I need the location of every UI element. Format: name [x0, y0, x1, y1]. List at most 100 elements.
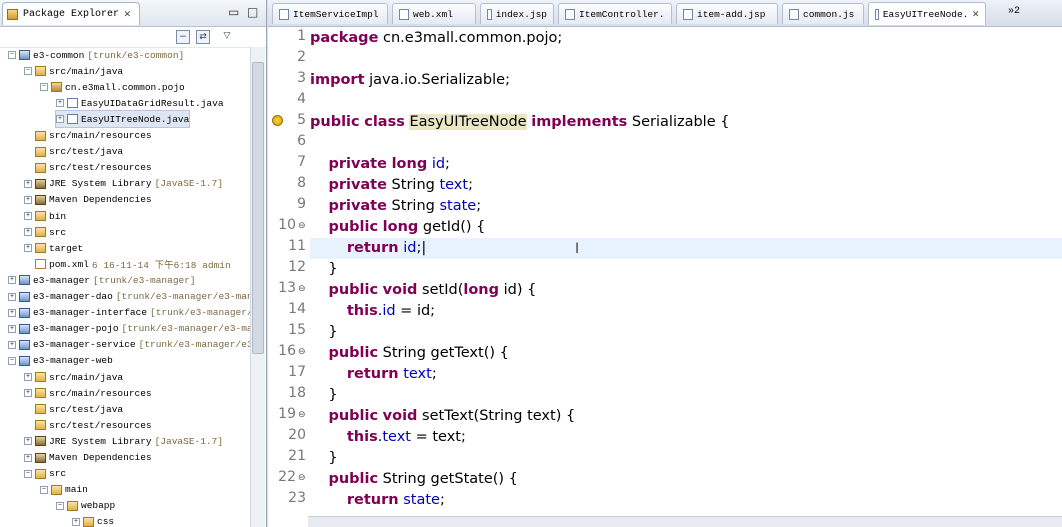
expand-icon[interactable]: +: [24, 389, 32, 398]
tree-item[interactable]: pom.xml 6 16-11-14 下午6:18 admin: [24, 256, 231, 272]
expand-icon[interactable]: +: [8, 340, 16, 349]
tree-item[interactable]: src/main/resources: [24, 128, 152, 144]
tree-item[interactable]: + src/main/resources: [24, 385, 152, 401]
expand-icon[interactable]: +: [24, 179, 32, 188]
code-line[interactable]: import java.io.Serializable;: [310, 70, 1062, 91]
code-line[interactable]: return text;: [310, 364, 1062, 385]
tree-item[interactable]: + target: [24, 240, 83, 256]
minimize-icon[interactable]: ▭: [228, 5, 239, 19]
editor-tab[interactable]: ItemServiceImpl: [272, 3, 388, 24]
fold-toggle-icon[interactable]: ⊖: [298, 410, 306, 420]
expand-icon[interactable]: +: [24, 244, 32, 253]
expand-icon[interactable]: +: [24, 195, 32, 204]
tree-item[interactable]: + src/main/java: [24, 369, 123, 385]
collapse-icon[interactable]: −: [24, 469, 32, 478]
code-line[interactable]: package cn.e3mall.common.pojo;: [310, 28, 1062, 49]
package-explorer-tab[interactable]: Package Explorer ✕: [2, 2, 140, 25]
expand-icon[interactable]: +: [8, 324, 16, 333]
code-line[interactable]: }: [310, 322, 1062, 343]
tree-item[interactable]: + css: [72, 514, 114, 527]
collapse-icon[interactable]: −: [56, 501, 64, 510]
editor-tab[interactable]: common.js: [782, 3, 864, 24]
fold-toggle-icon[interactable]: ⊖: [298, 221, 306, 231]
tree-item[interactable]: + e3-manager [trunk/e3-manager]: [8, 272, 196, 288]
collapse-icon[interactable]: −: [40, 83, 48, 92]
fold-toggle-icon[interactable]: ⊖: [298, 473, 306, 483]
expand-icon[interactable]: +: [8, 308, 16, 317]
code-line[interactable]: public void setId(long id) {: [310, 280, 1062, 301]
tree-item[interactable]: + EasyUIDataGridResult.java: [56, 95, 224, 111]
code-line[interactable]: private String text;: [310, 175, 1062, 196]
tree-item[interactable]: − src: [24, 466, 66, 482]
expand-icon[interactable]: +: [56, 99, 64, 108]
tree-item[interactable]: + e3-manager-pojo [trunk/e3-manager/e3-ma…: [8, 321, 250, 337]
fold-toggle-icon[interactable]: ⊖: [298, 284, 306, 294]
editor-tab[interactable]: item-add.jsp: [676, 3, 778, 24]
maximize-icon[interactable]: □: [247, 5, 258, 19]
editor-horizontal-scrollbar[interactable]: [308, 516, 1062, 527]
editor-tab[interactable]: EasyUITreeNode. ✕: [868, 2, 986, 25]
link-with-editor-icon[interactable]: ⇄: [196, 30, 210, 44]
expand-icon[interactable]: +: [8, 292, 16, 301]
tree-item[interactable]: src/test/resources: [24, 160, 152, 176]
tree-item[interactable]: − e3-common [trunk/e3-common]: [8, 47, 184, 63]
expand-icon[interactable]: +: [24, 212, 32, 220]
tree-item[interactable]: − e3-manager-web: [8, 353, 113, 369]
tree-item[interactable]: + EasyUITreeNode.java: [54, 110, 191, 129]
code-line[interactable]: public long getId() {: [310, 217, 1062, 238]
collapse-all-icon[interactable]: −: [176, 30, 190, 44]
code-line[interactable]: [310, 133, 1062, 154]
tree-item[interactable]: + e3-manager-dao [trunk/e3-manager/e3-man…: [8, 289, 250, 305]
close-icon[interactable]: ✕: [972, 7, 979, 21]
tree-item[interactable]: src/test/java: [24, 401, 123, 417]
tree-item[interactable]: + Maven Dependencies: [24, 450, 152, 466]
expand-icon[interactable]: +: [24, 228, 32, 237]
tree-item[interactable]: + JRE System Library [JavaSE-1.7]: [24, 176, 223, 192]
collapse-icon[interactable]: −: [24, 67, 32, 76]
editor-tab[interactable]: index.jsp: [480, 3, 554, 24]
expand-icon[interactable]: +: [24, 373, 32, 381]
view-menu-icon[interactable]: ▽: [220, 30, 234, 44]
tree-item[interactable]: + src: [24, 224, 66, 240]
code-line[interactable]: return state;: [310, 490, 1062, 511]
collapse-icon[interactable]: −: [8, 51, 16, 59]
code-line[interactable]: this.id = id;: [310, 301, 1062, 322]
code-line[interactable]: [310, 91, 1062, 112]
expand-icon[interactable]: +: [24, 453, 32, 462]
code-line[interactable]: private long id;: [310, 154, 1062, 175]
code-line[interactable]: public class EasyUITreeNode implements S…: [310, 112, 1062, 133]
tree-item[interactable]: + JRE System Library [JavaSE-1.7]: [24, 433, 223, 449]
close-icon[interactable]: ✕: [124, 7, 131, 21]
code-line[interactable]: return id;|: [310, 238, 1062, 259]
tree-item[interactable]: + e3-manager-service [trunk/e3-manager/e3…: [8, 337, 250, 353]
code-area[interactable]: package cn.e3mall.common.pojo; import jav…: [310, 27, 1062, 517]
tree-item[interactable]: + Maven Dependencies: [24, 192, 152, 208]
code-line[interactable]: public String getState() {: [310, 469, 1062, 490]
code-line[interactable]: }: [310, 385, 1062, 406]
editor-tab[interactable]: ItemController.: [558, 3, 672, 24]
code-line[interactable]: [310, 49, 1062, 70]
tree-item[interactable]: + e3-manager-interface [trunk/e3-manager/…: [8, 305, 250, 321]
expand-icon[interactable]: +: [72, 517, 80, 526]
code-line[interactable]: }: [310, 448, 1062, 469]
collapse-icon[interactable]: −: [8, 356, 16, 365]
code-line[interactable]: }: [310, 259, 1062, 280]
collapse-icon[interactable]: −: [40, 485, 48, 494]
editor-tab[interactable]: web.xml: [392, 3, 476, 24]
code-line[interactable]: public String getText() {: [310, 343, 1062, 364]
tree-item[interactable]: − cn.e3mall.common.pojo: [40, 79, 185, 95]
expand-icon[interactable]: +: [8, 276, 16, 285]
code-line[interactable]: private String state;: [310, 196, 1062, 217]
tree-item[interactable]: − src/main/java: [24, 63, 123, 79]
tree-item[interactable]: − main: [40, 482, 88, 498]
expand-icon[interactable]: +: [24, 437, 32, 446]
fold-toggle-icon[interactable]: ⊖: [298, 347, 306, 357]
tree-item[interactable]: src/test/java: [24, 144, 123, 160]
tab-overflow-button[interactable]: »2: [1008, 6, 1020, 17]
tree-item[interactable]: src/test/resources: [24, 417, 152, 433]
tree-item[interactable]: − webapp: [56, 498, 115, 514]
warning-marker-icon[interactable]: [272, 115, 283, 126]
tree-item[interactable]: + bin: [24, 208, 66, 224]
expand-icon[interactable]: +: [56, 115, 64, 124]
code-line[interactable]: public void setText(String text) {: [310, 406, 1062, 427]
